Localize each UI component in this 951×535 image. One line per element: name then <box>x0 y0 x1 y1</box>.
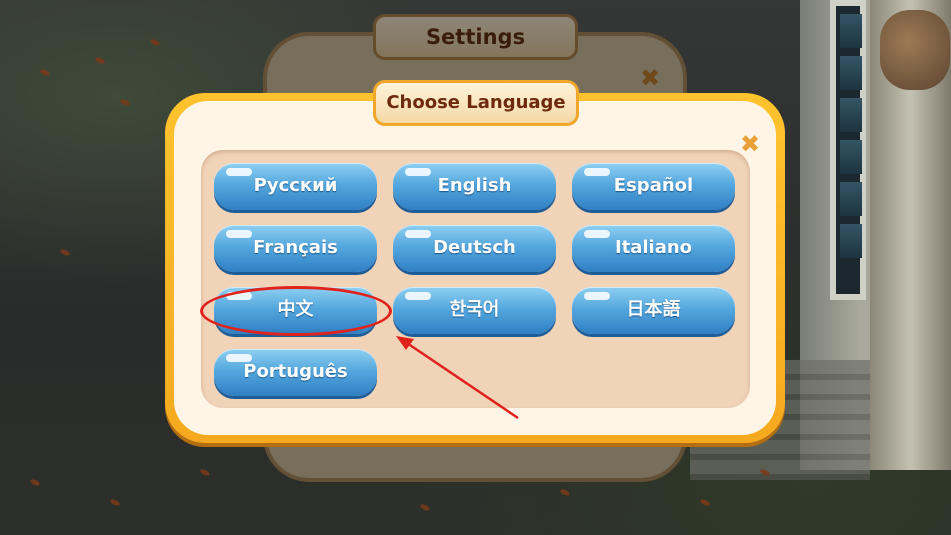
dialog-title: Choose Language <box>386 92 566 113</box>
language-button-french[interactable]: Français <box>214 225 377 272</box>
dialog-title-tab: Choose Language <box>373 80 579 126</box>
stone-ornament <box>880 10 950 90</box>
close-icon[interactable]: ✖ <box>740 130 760 158</box>
language-button-english[interactable]: English <box>393 163 556 210</box>
settings-title: Settings <box>425 25 526 49</box>
settings-title-tab: Settings <box>373 14 578 60</box>
language-button-german[interactable]: Deutsch <box>393 225 556 272</box>
settings-close-icon[interactable]: ✖ <box>640 64 660 92</box>
language-button-spanish[interactable]: Español <box>572 163 735 210</box>
language-button-japanese[interactable]: 日本語 <box>572 287 735 334</box>
language-button-italian[interactable]: Italiano <box>572 225 735 272</box>
highlight-ellipse <box>200 286 392 336</box>
language-button-russian[interactable]: Русский <box>214 163 377 210</box>
language-button-portuguese[interactable]: Português <box>214 349 377 396</box>
building-window <box>830 0 866 300</box>
language-button-korean[interactable]: 한국어 <box>393 287 556 334</box>
